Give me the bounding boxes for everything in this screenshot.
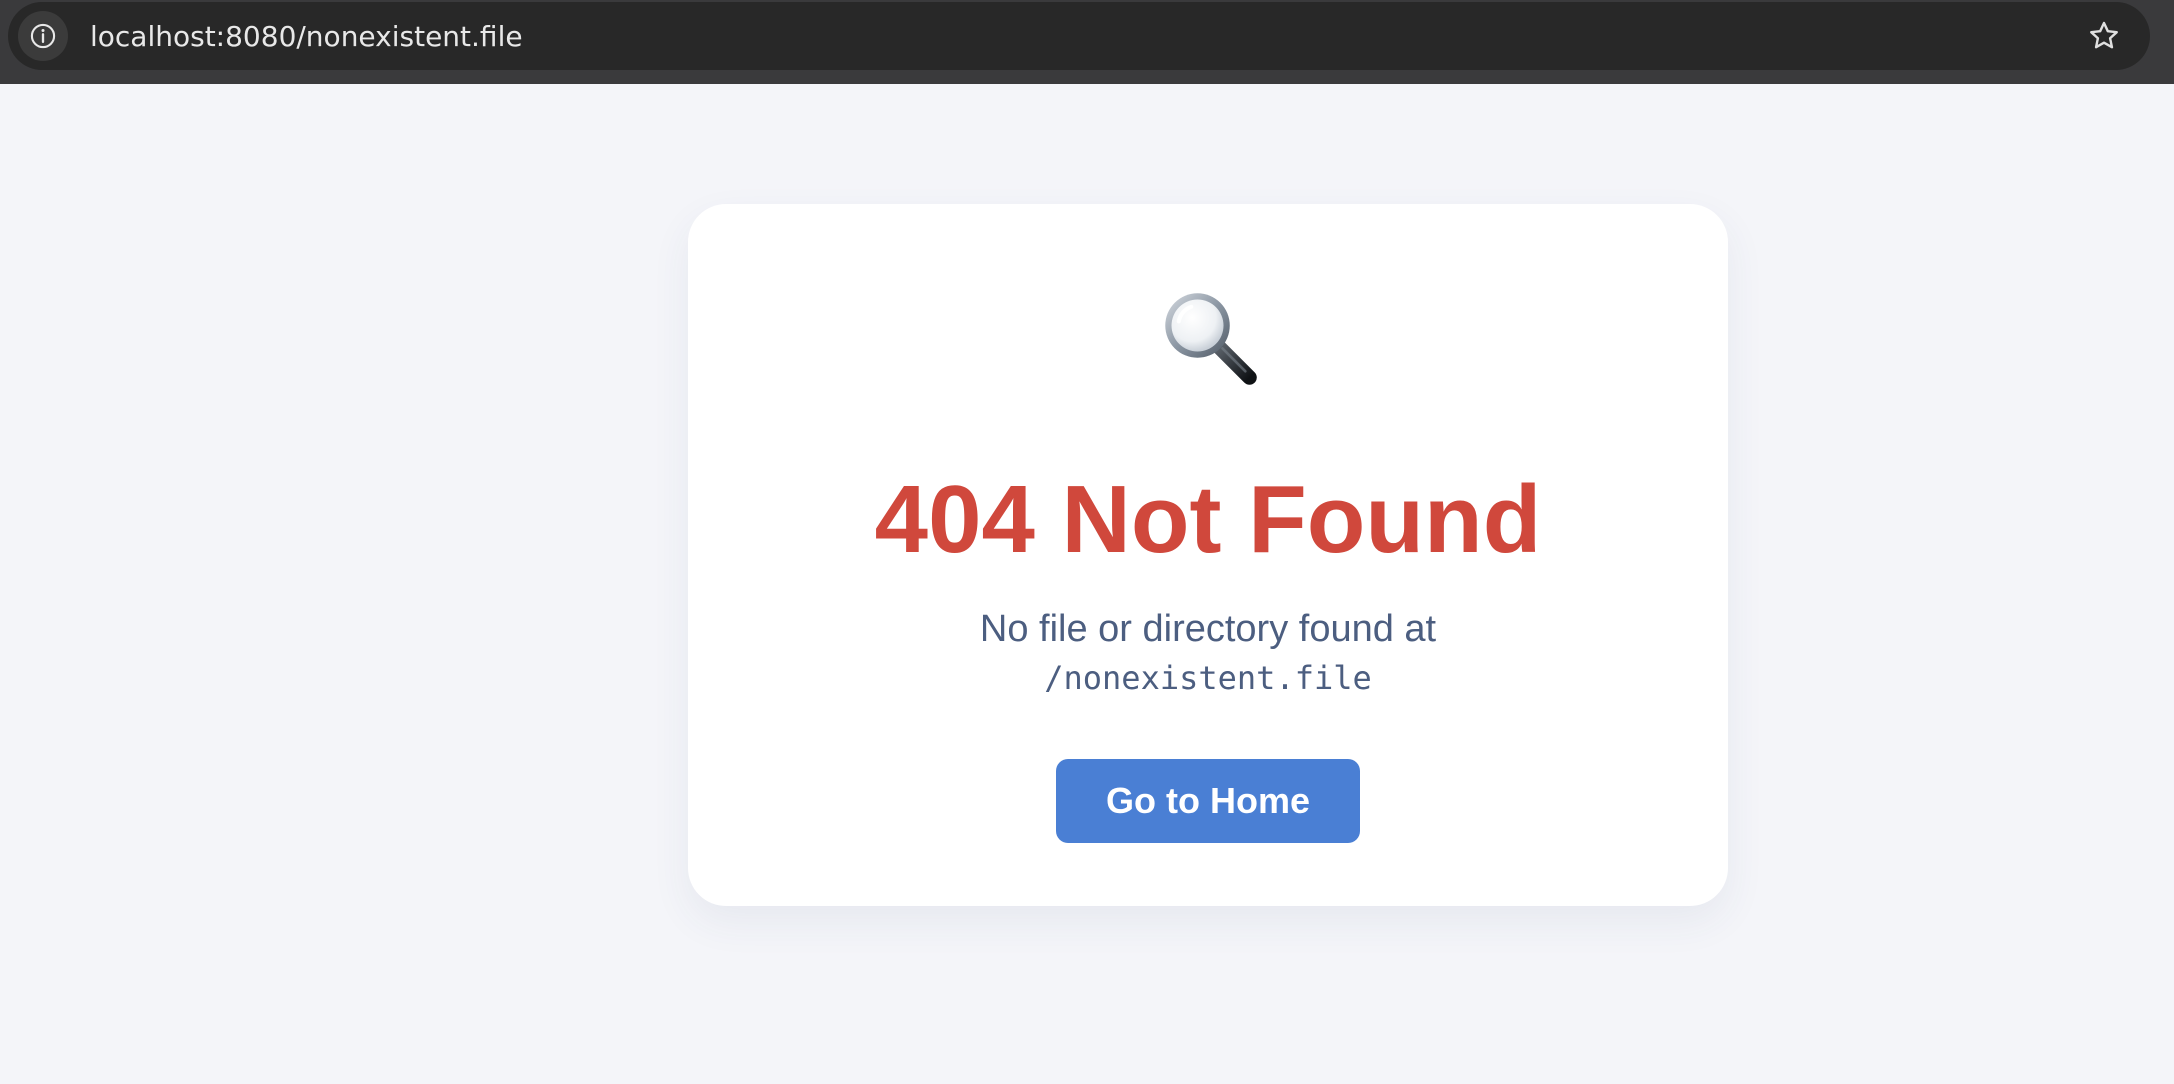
url-text[interactable]: localhost:8080/nonexistent.file: [90, 20, 523, 53]
go-home-button[interactable]: Go to Home: [1056, 759, 1360, 843]
error-title: 404 Not Found: [874, 466, 1542, 573]
browser-toolbar: localhost:8080/nonexistent.file: [0, 0, 2174, 84]
star-icon: [2090, 21, 2118, 49]
error-card: 404 Not Found No file or directory found…: [688, 204, 1728, 906]
magnifying-glass-icon: [1165, 293, 1257, 385]
info-icon: [30, 23, 56, 49]
requested-path: /nonexistent.file: [1044, 659, 1372, 697]
address-bar[interactable]: localhost:8080/nonexistent.file: [8, 2, 2150, 70]
bookmark-button[interactable]: [2084, 16, 2124, 56]
error-description: No file or directory found at: [979, 608, 1437, 650]
site-info-button[interactable]: [18, 11, 68, 61]
